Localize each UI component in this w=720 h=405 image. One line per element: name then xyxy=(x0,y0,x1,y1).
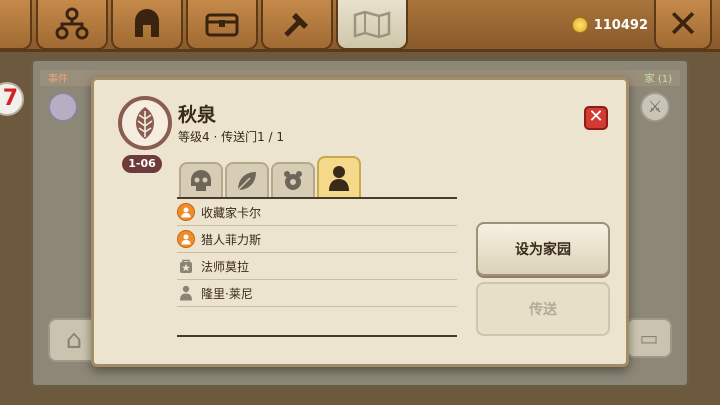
notification-badge[interactable]: 7 xyxy=(0,82,24,116)
gray-person-icon xyxy=(177,284,195,302)
map-icon xyxy=(353,10,391,39)
person-icon xyxy=(329,166,349,191)
npc-name: 隆里·莱尼 xyxy=(201,286,253,301)
orange-person-icon xyxy=(177,230,195,248)
chest-icon xyxy=(205,13,239,37)
tab-hammer[interactable] xyxy=(261,0,333,50)
sword-icon[interactable]: ⚔ xyxy=(640,92,670,122)
close-window-button[interactable]: ✕ xyxy=(654,0,712,50)
list-item[interactable]: 猎人菲力斯 xyxy=(177,226,457,253)
filter-tab-monsters[interactable] xyxy=(179,162,223,198)
dialog-close-button[interactable]: ✕ xyxy=(584,106,608,130)
tab-map[interactable] xyxy=(336,0,408,50)
structure-icon xyxy=(55,7,89,40)
top-bar: 110492 ✕ xyxy=(0,0,720,52)
gold-amount: 110492 xyxy=(593,17,648,33)
npc-name: 法师莫拉 xyxy=(201,259,250,274)
filter-tab-resources[interactable] xyxy=(225,162,269,198)
tab-chest[interactable] xyxy=(186,0,258,50)
gold-coin-icon xyxy=(572,17,588,33)
list-item[interactable]: 法师莫拉 xyxy=(177,253,457,280)
events-label: 事件 xyxy=(48,74,68,85)
location-dialog: 1-06 秋泉 等级4 · 传送门1 / 1 ✕ 收藏家卡尔 猎人菲力斯 法师莫… xyxy=(91,77,629,367)
helmet-icon xyxy=(135,9,159,37)
orange-person-icon xyxy=(177,203,195,221)
location-subtitle: 等级4 · 传送门1 / 1 xyxy=(178,130,285,144)
location-emblem xyxy=(118,96,172,150)
set-home-button[interactable]: 设为家园 xyxy=(476,222,610,276)
tab-structure[interactable] xyxy=(36,0,108,50)
home-count-label: 家 (1) xyxy=(644,74,672,85)
map-scroll-icon[interactable]: ▭ xyxy=(626,318,672,358)
filter-tab-npcs[interactable] xyxy=(317,156,361,198)
npc-name: 收藏家卡尔 xyxy=(201,205,262,220)
gold-counter: 110492 xyxy=(572,8,648,42)
tab-helmet[interactable] xyxy=(111,0,183,50)
npc-name: 猎人菲力斯 xyxy=(201,232,262,247)
top-bar-corner xyxy=(0,0,32,50)
creature-icon xyxy=(284,171,302,190)
leaf-icon xyxy=(237,172,256,191)
skull-icon xyxy=(191,170,211,191)
location-level-badge: 1-06 xyxy=(122,155,162,173)
teleport-button[interactable]: 传送 xyxy=(476,282,610,336)
list-item[interactable]: 收藏家卡尔 xyxy=(177,199,457,226)
list-bottom-divider xyxy=(177,335,457,337)
leaf-emblem-icon xyxy=(136,107,154,139)
location-title: 秋泉 xyxy=(178,104,217,126)
list-item[interactable]: 隆里·莱尼 xyxy=(177,280,457,307)
star-bag-icon xyxy=(177,257,195,275)
background-avatar-icon xyxy=(48,92,78,122)
hammer-icon xyxy=(284,13,308,37)
filter-tab-creatures[interactable] xyxy=(271,162,315,198)
